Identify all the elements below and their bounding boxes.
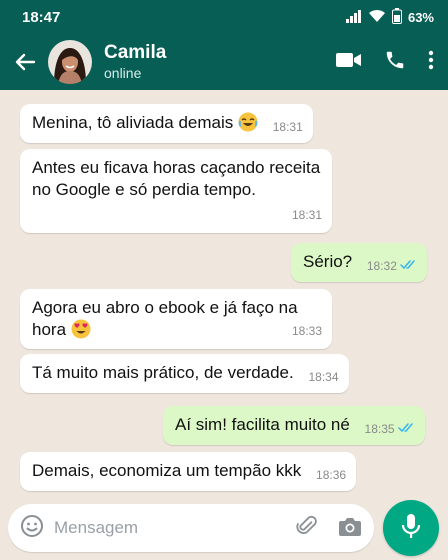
wifi-icon xyxy=(368,9,386,26)
contact-name: Camila xyxy=(104,42,167,63)
voice-message-button[interactable] xyxy=(383,500,439,556)
read-receipt-icon xyxy=(397,418,415,440)
read-receipt-icon xyxy=(400,255,417,277)
message-text: Sério? xyxy=(303,252,353,271)
signal-icon xyxy=(345,9,362,26)
message-meta: 18:32 xyxy=(367,255,417,277)
message-text: Tá muito mais prático, de verdade. xyxy=(32,363,294,382)
message-text: Menina, tô aliviada demais xyxy=(32,113,234,132)
laughing-emoji-icon xyxy=(238,112,258,132)
phone-call-icon[interactable] xyxy=(384,49,406,76)
message-input[interactable]: Mensagem xyxy=(8,504,374,552)
composer-bar: Mensagem xyxy=(0,496,448,560)
composer-tools xyxy=(296,514,362,543)
message-incoming[interactable]: Tá muito mais prático, de verdade. 18:34 xyxy=(20,354,349,393)
emoji-icon[interactable] xyxy=(20,514,44,543)
message-outgoing[interactable]: Aí sim! facilita muito né 18:35 xyxy=(163,406,425,445)
battery-level: 63% xyxy=(407,9,434,25)
message-time: 18:33 xyxy=(291,324,322,338)
header-actions xyxy=(336,49,438,76)
more-options-icon[interactable] xyxy=(428,50,434,75)
status-time: 18:47 xyxy=(22,8,61,26)
heart-eyes-emoji-icon xyxy=(71,319,91,339)
avatar[interactable] xyxy=(48,40,92,84)
message-time: 18:34 xyxy=(308,370,339,384)
status-icons: 63% xyxy=(345,7,434,27)
message-text: Antes eu ficava horas caçando receita no… xyxy=(32,158,321,199)
message-incoming[interactable]: Antes eu ficava horas caçando receita no… xyxy=(20,149,332,233)
message-incoming[interactable]: Demais, economiza um tempão kkk 18:36 xyxy=(20,452,357,491)
message-time: 18:35 xyxy=(364,422,395,436)
message-meta: 18:35 xyxy=(365,418,415,440)
status-bar: 18:47 63% xyxy=(0,0,448,34)
message-incoming[interactable]: Agora eu abro o ebook e já faço na hora … xyxy=(20,289,332,349)
attach-icon[interactable] xyxy=(296,514,318,543)
contact-info[interactable]: Camila online xyxy=(104,42,166,82)
message-list[interactable]: Menina, tô aliviada demais 18:31 Antes e… xyxy=(0,90,448,496)
message-time: 18:36 xyxy=(316,468,347,482)
message-text: Aí sim! facilita muito né xyxy=(175,415,350,434)
video-call-icon[interactable] xyxy=(336,51,362,74)
back-arrow-icon[interactable] xyxy=(10,47,40,77)
message-outgoing[interactable]: Sério? 18:32 xyxy=(291,243,427,282)
battery-icon xyxy=(391,7,402,27)
contact-status: online xyxy=(104,65,142,81)
message-time: 18:31 xyxy=(272,120,303,134)
message-incoming[interactable]: Menina, tô aliviada demais 18:31 xyxy=(20,104,313,143)
chat-header: Camila online xyxy=(0,34,448,90)
message-text: Demais, economiza um tempão kkk xyxy=(32,461,302,480)
camera-icon[interactable] xyxy=(338,515,362,542)
message-time: 18:31 xyxy=(291,208,322,222)
microphone-icon xyxy=(401,513,421,544)
message-time: 18:32 xyxy=(366,259,397,273)
message-input-placeholder: Mensagem xyxy=(54,518,139,537)
